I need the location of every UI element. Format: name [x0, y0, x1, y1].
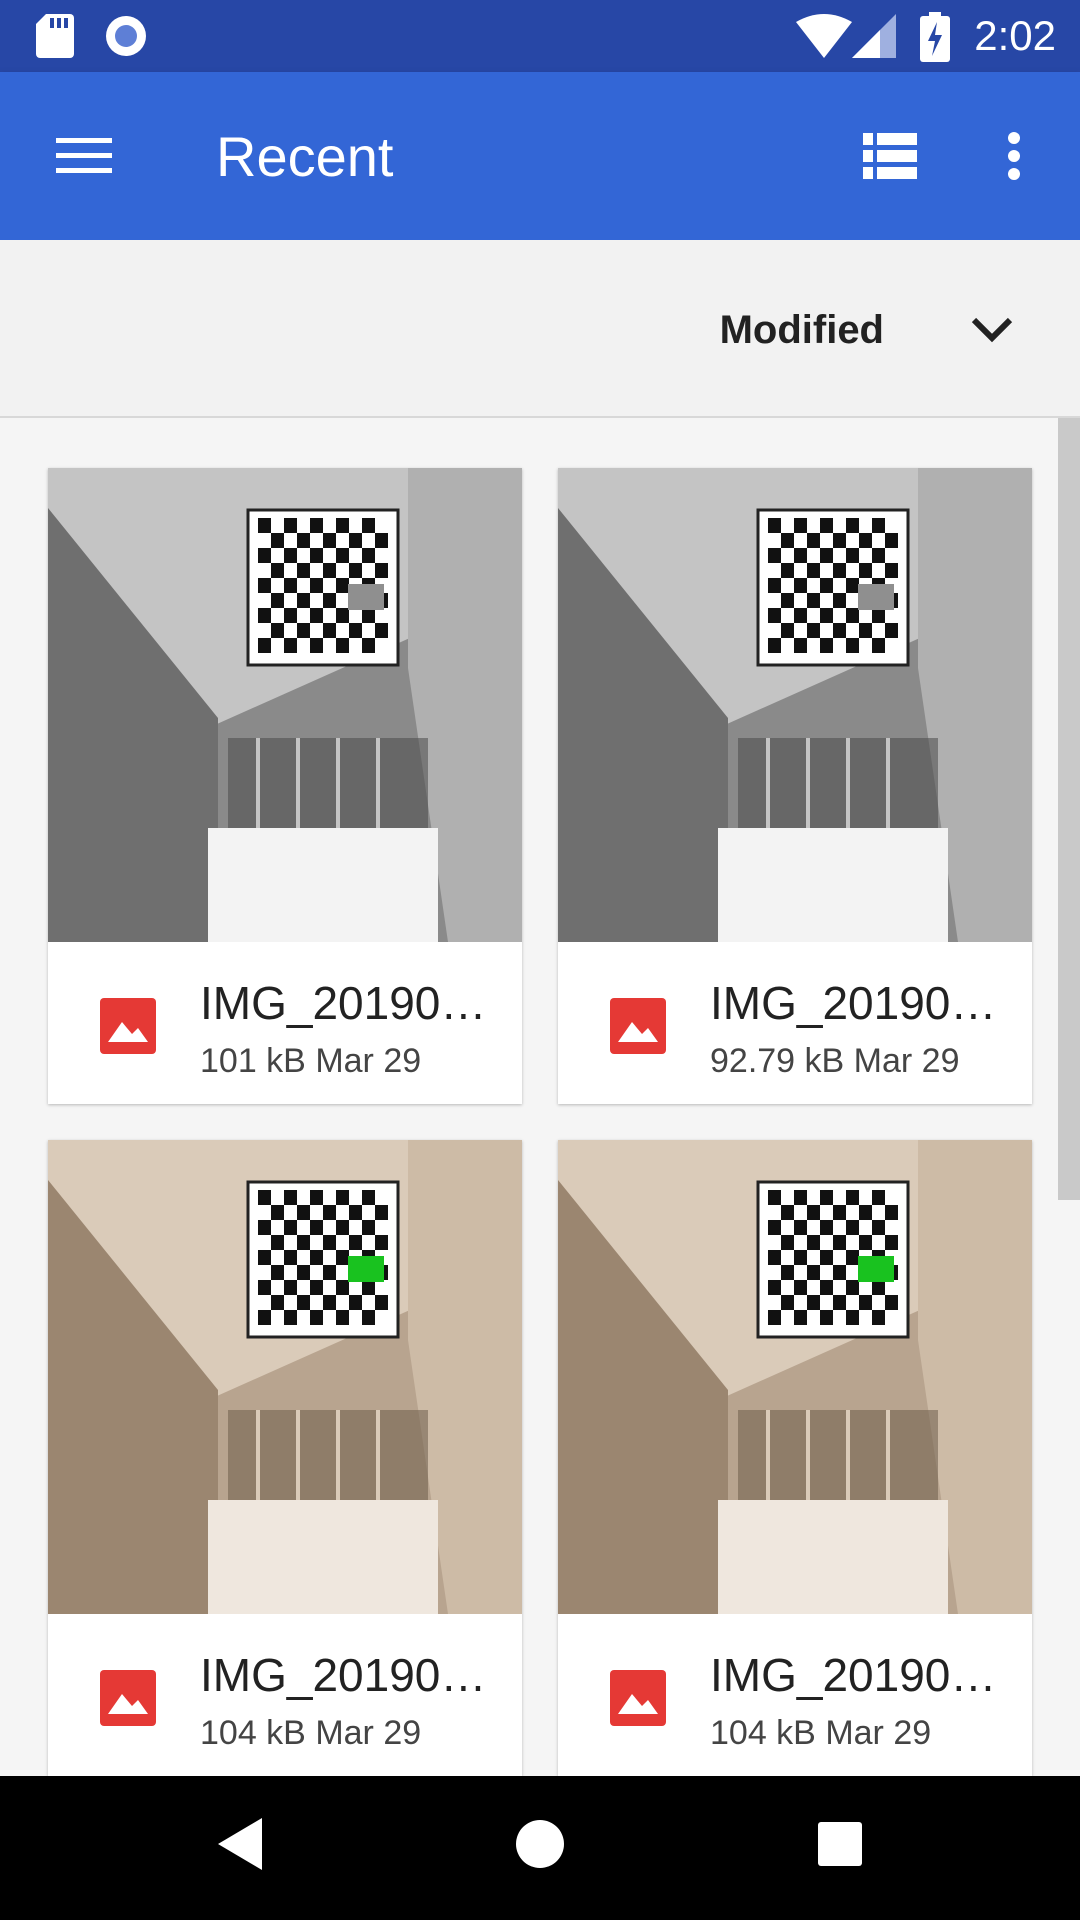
battery-charging-icon	[920, 12, 950, 62]
file-card[interactable]: IMG_20190… 104 kB Mar 29	[558, 1140, 1032, 1776]
back-icon[interactable]	[216, 1816, 264, 1872]
recents-icon[interactable]	[816, 1816, 864, 1872]
file-size: 92.79 kB	[710, 1042, 845, 1080]
file-date: Mar 29	[315, 1714, 422, 1752]
file-grid: IMG_20190… 101 kB Mar 29 IMG_20190… 92.79 …	[0, 418, 1080, 1776]
file-meta: IMG_20190… 92.79 kB Mar 29	[558, 942, 1032, 1104]
sort-bar: Modified	[0, 240, 1080, 418]
list-view-icon	[863, 133, 917, 179]
image-file-icon	[610, 998, 666, 1054]
wifi-icon	[796, 14, 852, 58]
file-name: IMG_20190…	[200, 977, 487, 1029]
image-file-icon	[610, 1670, 666, 1726]
file-size: 104 kB	[710, 1714, 816, 1752]
image-file-icon	[100, 1670, 156, 1726]
clock: 2:02	[974, 12, 1056, 59]
chevron-down-icon[interactable]	[968, 310, 1016, 350]
file-date: Mar 29	[825, 1714, 932, 1752]
file-card[interactable]: IMG_20190… 104 kB Mar 29	[48, 1140, 522, 1776]
signal-icon	[852, 14, 896, 58]
hamburger-icon	[56, 138, 112, 173]
navigation-bar	[0, 1776, 1080, 1920]
file-name: IMG_20190…	[200, 1649, 487, 1701]
file-info: 104 kB Mar 29	[200, 1714, 421, 1753]
sd-card-icon	[36, 14, 74, 58]
file-thumbnail	[48, 468, 522, 942]
scrollbar[interactable]	[1058, 418, 1080, 1200]
file-card[interactable]: IMG_20190… 92.79 kB Mar 29	[558, 468, 1032, 1104]
file-name: IMG_20190…	[710, 977, 997, 1029]
more-options-button[interactable]	[974, 116, 1054, 196]
page-title: Recent	[216, 125, 394, 188]
file-meta: IMG_20190… 104 kB Mar 29	[48, 1614, 522, 1776]
status-bar: 2:02	[0, 0, 1080, 72]
image-file-icon	[100, 998, 156, 1054]
file-thumbnail	[48, 1140, 522, 1614]
file-card[interactable]: IMG_20190… 101 kB Mar 29	[48, 468, 522, 1104]
file-size: 101 kB	[200, 1042, 306, 1080]
record-icon	[106, 16, 146, 56]
list-view-button[interactable]	[850, 116, 930, 196]
more-vert-icon	[1008, 132, 1020, 180]
file-date: Mar 29	[853, 1042, 960, 1080]
file-meta: IMG_20190… 101 kB Mar 29	[48, 942, 522, 1104]
file-thumbnail	[558, 468, 1032, 942]
file-info: 101 kB Mar 29	[200, 1042, 421, 1081]
home-icon[interactable]	[516, 1816, 564, 1872]
file-info: 92.79 kB Mar 29	[710, 1042, 960, 1081]
file-name: IMG_20190…	[710, 1649, 997, 1701]
file-thumbnail	[558, 1140, 1032, 1614]
file-info: 104 kB Mar 29	[710, 1714, 931, 1753]
file-date: Mar 29	[315, 1042, 422, 1080]
app-bar: Recent	[0, 72, 1080, 240]
file-meta: IMG_20190… 104 kB Mar 29	[558, 1614, 1032, 1776]
sort-dropdown-label[interactable]: Modified	[720, 308, 884, 353]
file-size: 104 kB	[200, 1714, 306, 1752]
menu-button[interactable]	[44, 116, 124, 196]
